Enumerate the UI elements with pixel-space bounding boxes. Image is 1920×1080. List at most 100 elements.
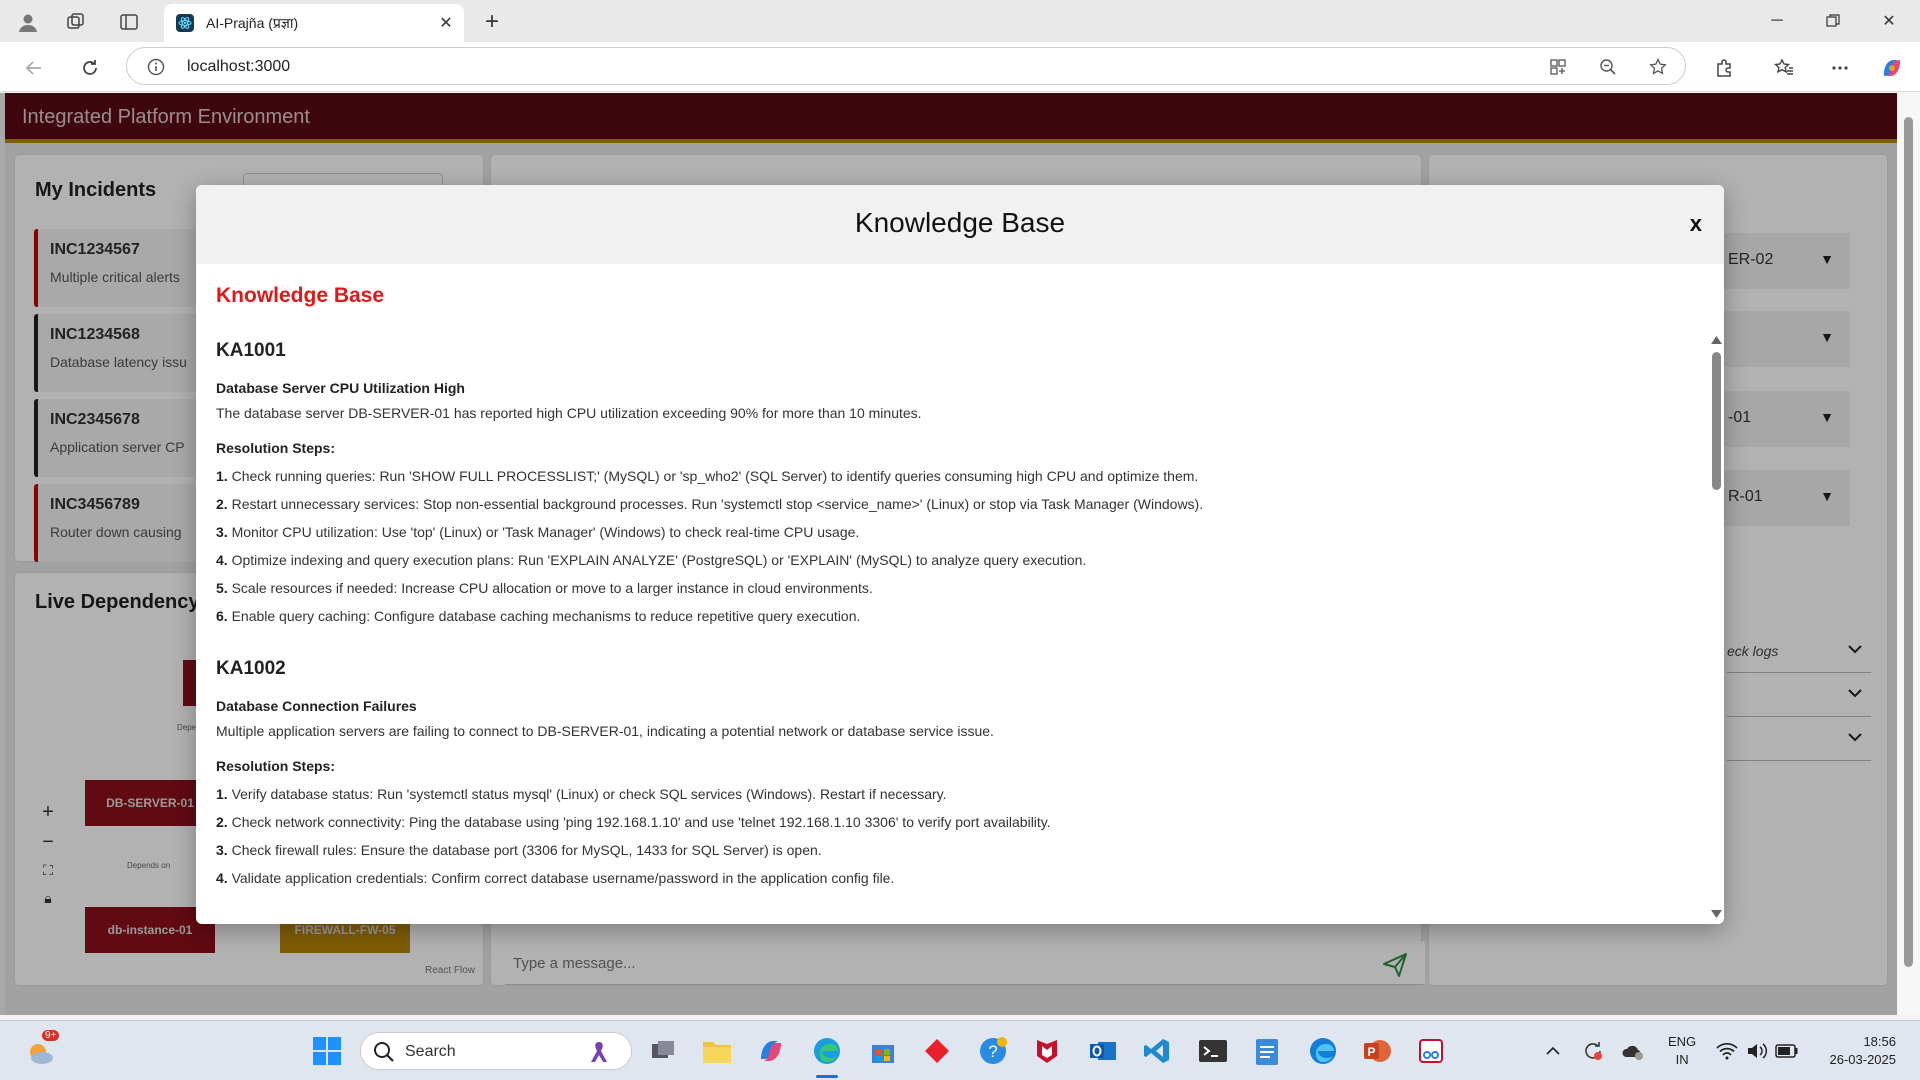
- modal-title: Knowledge Base: [854, 207, 1066, 238]
- restore-icon[interactable]: [1808, 6, 1858, 36]
- step-number: 4.: [216, 870, 228, 886]
- step-text: Enable query caching: Configure database…: [231, 608, 861, 624]
- tab-close-icon[interactable]: ✕: [432, 9, 460, 37]
- step-text: Scale resources if needed: Increase CPU …: [231, 580, 873, 596]
- resolution-step: 2. Check network connectivity: Ping the …: [216, 814, 1708, 830]
- vertical-tabs-icon[interactable]: [115, 8, 143, 36]
- step-number: 4.: [216, 552, 228, 568]
- battery-icon[interactable]: [1770, 1034, 1804, 1068]
- lang-region: IN: [1675, 1052, 1689, 1067]
- favorites-icon[interactable]: [1768, 52, 1800, 84]
- onedrive-icon[interactable]: [1616, 1034, 1650, 1068]
- window-close-icon[interactable]: ✕: [1864, 6, 1914, 36]
- kb-article: KA1001 Database Server CPU Utilization H…: [196, 340, 1708, 624]
- app-available-icon[interactable]: [1545, 54, 1571, 80]
- notepad-icon[interactable]: [1250, 1034, 1284, 1068]
- back-icon[interactable]: [18, 52, 50, 84]
- article-id: KA1002: [216, 658, 286, 679]
- address-bar[interactable]: localhost:3000: [126, 47, 1686, 85]
- modal-scrollbar[interactable]: [1708, 334, 1724, 918]
- step-text: Validate application credentials: Confir…: [231, 870, 895, 886]
- show-hidden-icons-icon[interactable]: [1536, 1034, 1570, 1068]
- modal-close-button[interactable]: x: [1690, 211, 1702, 237]
- weather-icon[interactable]: 9+: [24, 1030, 60, 1068]
- copilot-app-icon[interactable]: [754, 1034, 788, 1068]
- edge-browser-icon[interactable]: [810, 1034, 844, 1078]
- site-info-icon[interactable]: [143, 54, 169, 80]
- step-text: Check firewall rules: Ensure the databas…: [231, 842, 822, 858]
- active-app-indicator: [816, 1075, 838, 1078]
- step-text: Restart unnecessary services: Stop non-e…: [231, 496, 1204, 512]
- step-text: Check network connectivity: Ping the dat…: [231, 814, 1051, 830]
- extensions-icon[interactable]: [1708, 52, 1740, 84]
- article-title: Database Server CPU Utilization High: [216, 380, 465, 396]
- svg-text:P: P: [1367, 1045, 1375, 1059]
- scroll-down-icon[interactable]: [1711, 910, 1722, 918]
- zoom-icon[interactable]: [1595, 54, 1621, 80]
- active-tab[interactable]: AI-Prajña (प्रज्ञा) ✕: [164, 4, 464, 42]
- volume-icon[interactable]: [1740, 1034, 1774, 1068]
- favorite-star-icon[interactable]: [1645, 54, 1671, 80]
- article-description: The database server DB-SERVER-01 has rep…: [216, 405, 922, 421]
- articles-scroll-area[interactable]: KA1001 Database Server CPU Utilization H…: [196, 334, 1708, 924]
- sync-icon[interactable]: [1576, 1034, 1610, 1068]
- resolution-step: 6. Enable query caching: Configure datab…: [216, 608, 1708, 624]
- step-text: Check running queries: Run 'SHOW FULL PR…: [231, 468, 1199, 484]
- start-icon[interactable]: [310, 1034, 344, 1068]
- scroll-up-icon[interactable]: [1711, 336, 1722, 344]
- mcafee-icon[interactable]: [1030, 1034, 1064, 1068]
- file-explorer-icon[interactable]: [700, 1034, 734, 1068]
- taskbar: 9+ Search ? P ENG IN 18:56 26-03-2025: [0, 1020, 1920, 1080]
- step-number: 1.: [216, 468, 228, 484]
- powerpoint-icon[interactable]: P: [1360, 1034, 1394, 1068]
- clock-time: 18:56: [1863, 1034, 1896, 1049]
- help-icon[interactable]: ?: [976, 1034, 1010, 1068]
- step-number: 3.: [216, 524, 228, 540]
- store-icon[interactable]: [866, 1034, 900, 1068]
- resolution-label: Resolution Steps:: [216, 758, 336, 774]
- wifi-icon[interactable]: [1710, 1034, 1744, 1068]
- input-language[interactable]: ENG IN: [1668, 1033, 1696, 1069]
- browser-toolbar: localhost:3000: [0, 42, 1920, 92]
- resolution-step: 3. Monitor CPU utilization: Use 'top' (L…: [216, 524, 1708, 540]
- resolution-label: Resolution Steps:: [216, 440, 336, 456]
- minimize-icon[interactable]: ─: [1752, 6, 1802, 36]
- copilot-icon[interactable]: [1876, 52, 1908, 84]
- step-number: 5.: [216, 580, 228, 596]
- resolution-step: 2. Restart unnecessary services: Stop no…: [216, 496, 1708, 512]
- workspaces-icon[interactable]: [62, 8, 90, 36]
- article-description: Multiple application servers are failing…: [216, 723, 994, 739]
- kb-article: KA1002 Database Connection Failures Mult…: [196, 658, 1708, 886]
- edge-dev-icon[interactable]: [1306, 1034, 1340, 1068]
- profile-icon[interactable]: [14, 8, 42, 36]
- page-scrollbar[interactable]: [1898, 93, 1920, 1015]
- step-text: Optimize indexing and query execution pl…: [231, 552, 1087, 568]
- article-title: Database Connection Failures: [216, 698, 417, 714]
- resolution-step: 1. Check running queries: Run 'SHOW FULL…: [216, 468, 1708, 484]
- scrollbar-thumb[interactable]: [1712, 352, 1721, 490]
- step-text: Monitor CPU utilization: Use 'top' (Linu…: [231, 524, 860, 540]
- system-clock[interactable]: 18:56 26-03-2025: [1816, 1033, 1897, 1069]
- step-number: 1.: [216, 786, 228, 802]
- vscode-icon[interactable]: [1140, 1034, 1174, 1068]
- scrollbar-thumb[interactable]: [1904, 117, 1913, 967]
- task-view-icon[interactable]: [646, 1034, 680, 1068]
- lang-code: ENG: [1668, 1034, 1697, 1049]
- new-tab-icon[interactable]: +: [478, 8, 506, 36]
- search-label: Search: [405, 1043, 456, 1060]
- snipping-tool-icon[interactable]: [1414, 1034, 1448, 1068]
- resolution-step: 3. Check firewall rules: Ensure the data…: [216, 842, 1708, 858]
- refresh-icon[interactable]: [74, 52, 106, 84]
- url-text: localhost:3000: [187, 58, 291, 75]
- search-icon: [374, 1042, 394, 1062]
- ribbon-icon: [591, 1042, 607, 1062]
- step-text: Verify database status: Run 'systemctl s…: [231, 786, 947, 802]
- react-favicon-icon: [176, 14, 194, 32]
- outlook-icon[interactable]: [1086, 1034, 1120, 1068]
- taskbar-search[interactable]: Search: [360, 1032, 632, 1070]
- step-number: 6.: [216, 608, 228, 624]
- resolution-step: 1. Verify database status: Run 'systemct…: [216, 786, 1708, 802]
- app-red-diamond-icon[interactable]: [920, 1034, 954, 1068]
- terminal-icon[interactable]: [1196, 1034, 1230, 1068]
- more-menu-icon[interactable]: [1824, 52, 1856, 84]
